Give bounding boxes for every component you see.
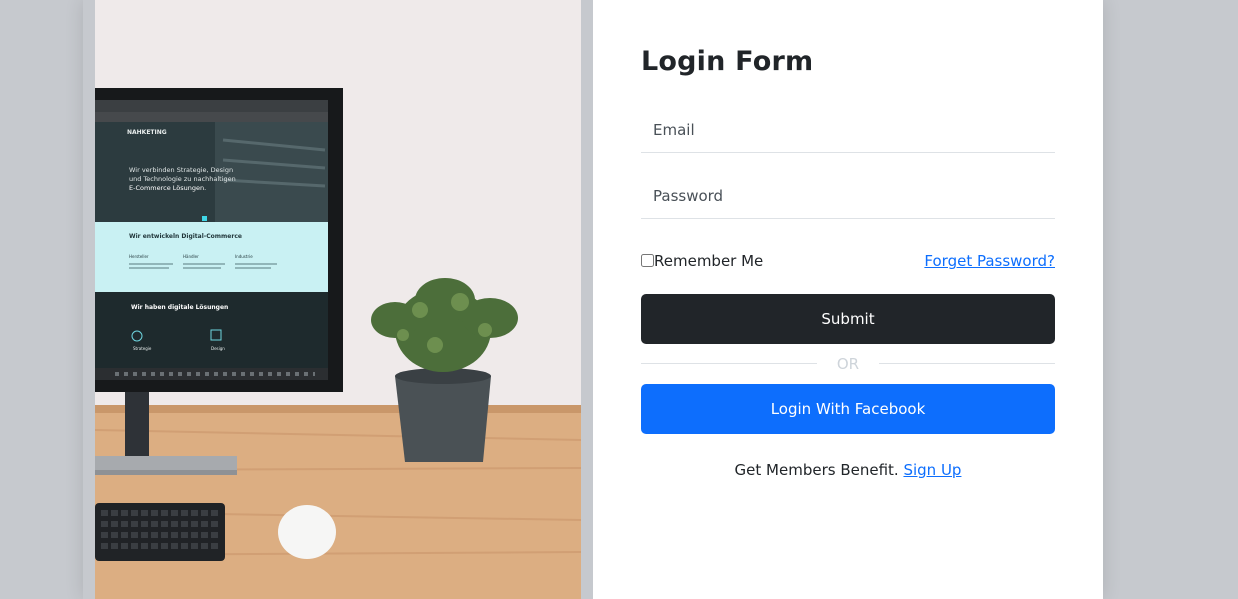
screen-logo: NAHKETING	[127, 129, 167, 136]
or-text: OR	[836, 355, 860, 373]
hero-photo: NAHKETING Wir verbinden Strategie, Desig…	[95, 0, 581, 599]
forgot-password-link[interactable]: Forget Password?	[924, 252, 1055, 270]
panel-divider	[581, 0, 593, 599]
mouse	[278, 505, 336, 559]
email-field[interactable]	[641, 107, 1055, 153]
or-line-right	[879, 363, 1055, 364]
signup-link[interactable]: Sign Up	[903, 461, 961, 479]
screen-col-1: Hersteller	[129, 254, 149, 259]
plant-pot	[395, 376, 491, 462]
facebook-login-button[interactable]: Login With Facebook	[641, 384, 1055, 434]
desk-edge	[95, 405, 581, 413]
remember-me-checkbox[interactable]	[641, 254, 654, 267]
remember-row: Remember Me Forget Password?	[641, 251, 1055, 273]
screen-headline-3: E-Commerce Lösungen.	[129, 184, 206, 192]
signup-prefix: Get Members Benefit.	[734, 461, 899, 479]
login-panel: Login Form Remember Me Forget Password? …	[593, 0, 1103, 599]
screen-col-3: Industrie	[235, 254, 253, 259]
submit-button[interactable]: Submit	[641, 294, 1055, 344]
screen-col-2: Händler	[183, 254, 199, 259]
screen-accent-dot	[202, 216, 207, 221]
screen-section-2: Wir haben digitale Lösungen	[131, 304, 228, 311]
browser-bar	[95, 100, 328, 112]
browser-url-bar	[95, 112, 328, 122]
signup-row: Get Members Benefit. Sign Up	[641, 461, 1055, 479]
taskbar	[95, 368, 328, 380]
remember-me-label[interactable]: Remember Me	[654, 252, 763, 270]
monitor-base-shadow	[95, 470, 237, 475]
screen-item-1: Strategie	[133, 346, 152, 351]
monitor-neck	[125, 388, 149, 458]
screen-headline-2: und Technologie zu nachhaltigen	[129, 175, 236, 183]
password-field[interactable]	[641, 173, 1055, 219]
screen-item-2: Design	[211, 346, 225, 351]
form-title: Login Form	[641, 46, 814, 77]
screen-headline-1: Wir verbinden Strategie, Design	[129, 166, 233, 174]
or-divider: OR	[641, 355, 1055, 373]
screen-section-1: Wir entwickeln Digital-Commerce	[129, 233, 242, 240]
desk-illustration: NAHKETING Wir verbinden Strategie, Desig…	[95, 0, 581, 599]
